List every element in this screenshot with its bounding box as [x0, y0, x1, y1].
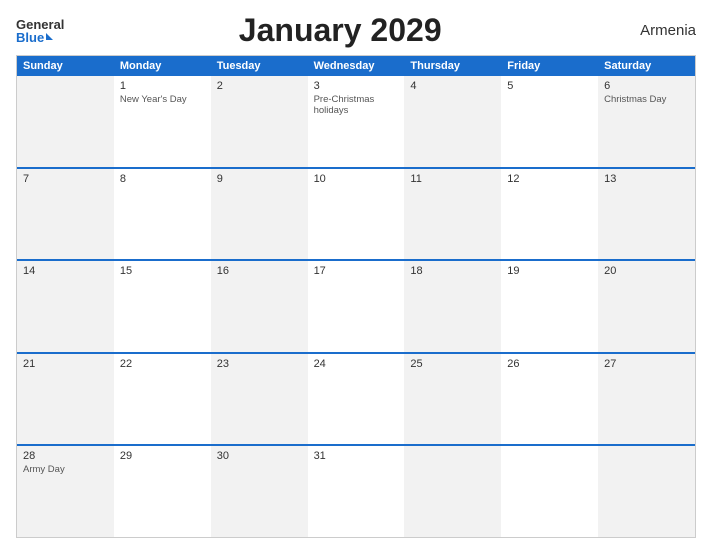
- holiday-label: Army Day: [23, 464, 108, 475]
- logo: General Blue: [16, 18, 64, 44]
- calendar-header-cell: Monday: [114, 56, 211, 76]
- day-number: 7: [23, 173, 108, 185]
- day-number: 11: [410, 173, 495, 185]
- calendar-cell: 31: [308, 446, 405, 537]
- calendar-cell: [598, 446, 695, 537]
- day-number: 30: [217, 450, 302, 462]
- day-number: 19: [507, 265, 592, 277]
- calendar-cell: 20: [598, 261, 695, 352]
- day-number: 6: [604, 80, 689, 92]
- day-number: 5: [507, 80, 592, 92]
- calendar-header-cell: Saturday: [598, 56, 695, 76]
- calendar-cell: 14: [17, 261, 114, 352]
- day-number: 15: [120, 265, 205, 277]
- day-number: 2: [217, 80, 302, 92]
- calendar-cell: 7: [17, 169, 114, 260]
- calendar-header-cell: Wednesday: [308, 56, 405, 76]
- calendar-cell: 29: [114, 446, 211, 537]
- logo-blue-row: Blue: [16, 31, 53, 44]
- day-number: 31: [314, 450, 399, 462]
- day-number: 17: [314, 265, 399, 277]
- calendar-cell: 18: [404, 261, 501, 352]
- day-number: 26: [507, 358, 592, 370]
- calendar-cell: 13: [598, 169, 695, 260]
- calendar-cell: 26: [501, 354, 598, 445]
- logo-triangle-icon: [46, 33, 53, 40]
- calendar-header-cell: Thursday: [404, 56, 501, 76]
- calendar-week: 789 10 11 12 13: [17, 167, 695, 260]
- calendar-cell: 8: [114, 169, 211, 260]
- day-number: 16: [217, 265, 302, 277]
- calendar-cell: 24: [308, 354, 405, 445]
- day-number: 14: [23, 265, 108, 277]
- calendar-body: 1 New Year's Day 23 Pre-Christmas holidays 4…: [17, 76, 695, 537]
- calendar-cell: 2: [211, 76, 308, 167]
- calendar-cell: [17, 76, 114, 167]
- calendar-week: 21 22 23 24 25 26 27: [17, 352, 695, 445]
- country-label: Armenia: [616, 22, 696, 39]
- holiday-label: Christmas Day: [604, 94, 689, 105]
- calendar-cell: 17: [308, 261, 405, 352]
- calendar-cell: 5: [501, 76, 598, 167]
- day-number: 21: [23, 358, 108, 370]
- calendar-cell: 25: [404, 354, 501, 445]
- calendar-cell: 3 Pre-Christmas holidays: [308, 76, 405, 167]
- calendar-cell: [501, 446, 598, 537]
- calendar-cell: 9: [211, 169, 308, 260]
- calendar-cell: 11: [404, 169, 501, 260]
- calendar-cell: 19: [501, 261, 598, 352]
- day-number: 8: [120, 173, 205, 185]
- calendar-cell: 23: [211, 354, 308, 445]
- day-number: 24: [314, 358, 399, 370]
- logo-general-text: General: [16, 18, 64, 31]
- day-number: 10: [314, 173, 399, 185]
- page-header: General Blue January 2029 Armenia: [16, 12, 696, 49]
- day-number: 9: [217, 173, 302, 185]
- calendar-cell: 16: [211, 261, 308, 352]
- holiday-label: Pre-Christmas holidays: [314, 94, 399, 117]
- day-number: 1: [120, 80, 205, 92]
- calendar-cell: 21: [17, 354, 114, 445]
- calendar-week: 1 New Year's Day 23 Pre-Christmas holidays 4…: [17, 76, 695, 167]
- calendar-cell: 12: [501, 169, 598, 260]
- calendar-cell: 30: [211, 446, 308, 537]
- calendar-cell: 27: [598, 354, 695, 445]
- day-number: 29: [120, 450, 205, 462]
- calendar-cell: 10: [308, 169, 405, 260]
- day-number: 13: [604, 173, 689, 185]
- calendar-cell: 15: [114, 261, 211, 352]
- calendar-week: 28 Army Day 29 30 31: [17, 444, 695, 537]
- calendar-header-cell: Sunday: [17, 56, 114, 76]
- calendar-cell: 4: [404, 76, 501, 167]
- calendar-cell: 6 Christmas Day: [598, 76, 695, 167]
- calendar-header-cell: Tuesday: [211, 56, 308, 76]
- day-number: 18: [410, 265, 495, 277]
- day-number: 4: [410, 80, 495, 92]
- calendar-cell: 28 Army Day: [17, 446, 114, 537]
- day-number: 27: [604, 358, 689, 370]
- day-number: 22: [120, 358, 205, 370]
- day-number: 20: [604, 265, 689, 277]
- calendar-grid: SundayMondayTuesdayWednesdayThursdayFrid…: [16, 55, 696, 538]
- calendar-cell: [404, 446, 501, 537]
- calendar-header-cell: Friday: [501, 56, 598, 76]
- holiday-label: New Year's Day: [120, 94, 205, 105]
- day-number: 28: [23, 450, 108, 462]
- page-title: January 2029: [64, 12, 616, 49]
- logo-blue-text: Blue: [16, 31, 44, 44]
- calendar-page: General Blue January 2029 Armenia Sunday…: [0, 0, 712, 550]
- calendar-header: SundayMondayTuesdayWednesdayThursdayFrid…: [17, 56, 695, 76]
- calendar-cell: 1 New Year's Day: [114, 76, 211, 167]
- calendar-week: 14 15 16 17 18 19 20: [17, 259, 695, 352]
- day-number: 3: [314, 80, 399, 92]
- day-number: 23: [217, 358, 302, 370]
- day-number: 25: [410, 358, 495, 370]
- calendar-cell: 22: [114, 354, 211, 445]
- day-number: 12: [507, 173, 592, 185]
